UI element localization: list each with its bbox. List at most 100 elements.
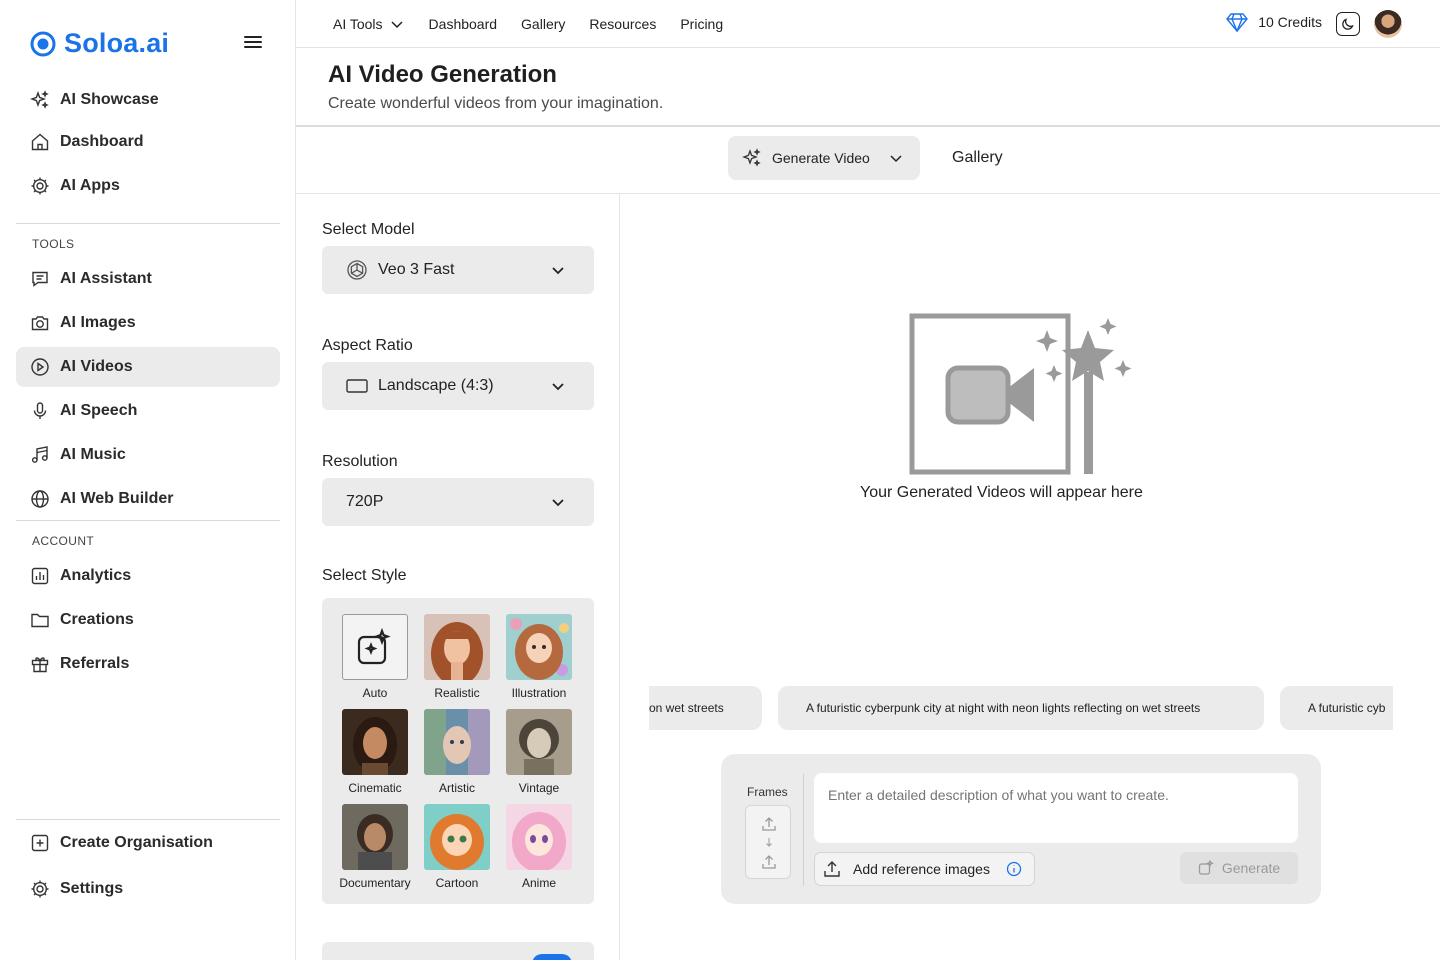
sidebar-item-label: AI Images (60, 314, 136, 331)
sidebar-item-label: AI Music (60, 446, 126, 463)
style-option-auto[interactable]: Auto (334, 614, 416, 700)
generate-button[interactable]: Generate (1180, 852, 1298, 884)
suggestion-chip[interactable]: on wet streets (649, 686, 762, 730)
page-title: AI Video Generation (328, 61, 557, 88)
sidebar-item-label: AI Videos (60, 358, 133, 375)
nav-resources[interactable]: Resources (589, 16, 656, 32)
style-name: Auto (362, 686, 388, 700)
suggestion-chip[interactable]: A futuristic cyb (1280, 686, 1393, 730)
option-toggle[interactable] (532, 954, 572, 960)
credits-badge[interactable]: 10 Credits (1226, 12, 1322, 32)
style-option-illustration[interactable]: Illustration (498, 614, 580, 700)
style-option-cinematic[interactable]: Cinematic (334, 709, 416, 795)
header-divider (296, 125, 1440, 127)
sidebar-item-ai-videos[interactable]: AI Videos (16, 347, 280, 387)
nav-gallery[interactable]: Gallery (521, 16, 565, 32)
sidebar-item-creations[interactable]: Creations (16, 600, 280, 640)
folder-icon (30, 610, 50, 630)
section-label-tools: TOOLS (32, 237, 75, 251)
sidebar-item-analytics[interactable]: Analytics (16, 556, 280, 596)
divider (16, 520, 280, 521)
upload-icon (823, 860, 841, 878)
style-name: Anime (521, 876, 556, 890)
logo[interactable]: Soloa.ai (30, 28, 169, 59)
composer-divider (803, 774, 804, 886)
tab-generate-video[interactable]: Generate Video (728, 136, 920, 180)
add-reference-label: Add reference images (853, 861, 990, 877)
sidebar-item-label: AI Speech (60, 402, 138, 419)
music-note-icon (30, 445, 50, 465)
divider (16, 223, 280, 224)
sidebar: Soloa.ai AI Showcase Dashboard AI Apps T… (0, 0, 296, 960)
nav-ai-tools[interactable]: AI Tools (333, 16, 405, 32)
credits-text: 10 Credits (1258, 14, 1322, 30)
sidebar-item-label: AI Showcase (60, 91, 159, 108)
top-bar: AI Tools Dashboard Gallery Resources Pri… (296, 0, 1440, 48)
sidebar-item-label: Settings (60, 880, 124, 897)
logo-icon (30, 31, 56, 57)
sidebar-item-label: Creations (60, 611, 134, 628)
sidebar-item-ai-speech[interactable]: AI Speech (16, 391, 280, 431)
sidebar-item-ai-showcase[interactable]: AI Showcase (16, 80, 280, 120)
prompt-input[interactable] (814, 773, 1298, 843)
chevron-down-icon (550, 378, 566, 394)
style-name: Documentary (339, 876, 411, 890)
menu-toggle-icon[interactable] (244, 34, 268, 54)
magic-wand-icon (1198, 860, 1214, 876)
style-name: Artistic (439, 781, 475, 795)
info-icon[interactable] (1006, 861, 1022, 877)
nav-pricing[interactable]: Pricing (680, 16, 723, 32)
sidebar-item-create-organisation[interactable]: Create Organisation (16, 823, 280, 863)
suggestion-chip[interactable]: A futuristic cyberpunk city at night wit… (778, 686, 1264, 730)
style-name: Realistic (434, 686, 480, 700)
bar-chart-icon (30, 566, 50, 586)
frames-upload[interactable] (745, 805, 791, 879)
sparkles-icon (30, 90, 50, 110)
style-option-anime[interactable]: Anime (498, 804, 580, 890)
model-label: Select Model (322, 221, 415, 238)
top-nav: AI Tools Dashboard Gallery Resources Pri… (333, 0, 747, 48)
style-thumbnail (506, 614, 572, 680)
sidebar-item-ai-music[interactable]: AI Music (16, 435, 280, 475)
resolution-select[interactable]: 720P (322, 478, 594, 526)
style-thumbnail (424, 709, 490, 775)
style-option-cartoon[interactable]: Cartoon (416, 804, 498, 890)
style-name: Cinematic (348, 781, 402, 795)
sidebar-item-ai-assistant[interactable]: AI Assistant (16, 259, 280, 299)
avatar[interactable] (1374, 10, 1402, 38)
style-option-realistic[interactable]: Realistic (416, 614, 498, 700)
chevron-down-icon (389, 16, 405, 32)
style-thumbnail (424, 614, 490, 680)
add-reference-images-button[interactable]: Add reference images (814, 852, 1035, 886)
plus-square-icon (30, 833, 50, 853)
gift-icon (30, 654, 50, 674)
sidebar-item-ai-apps[interactable]: AI Apps (16, 166, 280, 206)
sidebar-item-referrals[interactable]: Referrals (16, 644, 280, 684)
style-thumbnail (506, 709, 572, 775)
tab-gallery[interactable]: Gallery (952, 149, 1003, 167)
aspect-ratio-label: Aspect Ratio (322, 337, 413, 354)
style-option-documentary[interactable]: Documentary (334, 804, 416, 890)
style-option-vintage[interactable]: Vintage (498, 709, 580, 795)
prompt-composer: Frames Add reference images Generate (721, 754, 1321, 904)
style-name: Vintage (518, 781, 560, 795)
model-value: Veo 3 Fast (378, 261, 455, 278)
sidebar-item-settings[interactable]: Settings (16, 869, 280, 909)
model-select[interactable]: Veo 3 Fast (322, 246, 594, 294)
sidebar-item-ai-web-builder[interactable]: AI Web Builder (16, 479, 280, 519)
sidebar-item-dashboard[interactable]: Dashboard (16, 122, 280, 162)
sidebar-item-label: AI Apps (60, 177, 120, 194)
theme-toggle-button[interactable] (1336, 12, 1360, 36)
logo-text: Soloa.ai (64, 28, 170, 58)
rectangle-icon (346, 378, 368, 394)
magic-wand-icon (342, 614, 408, 680)
sidebar-item-label: Referrals (60, 655, 130, 672)
style-option-artistic[interactable]: Artistic (416, 709, 498, 795)
app-root: Soloa.ai AI Showcase Dashboard AI Apps T… (0, 0, 1440, 960)
sidebar-item-ai-images[interactable]: AI Images (16, 303, 280, 343)
camera-icon (30, 313, 50, 333)
nav-dashboard[interactable]: Dashboard (429, 16, 498, 32)
chevron-down-icon (550, 494, 566, 510)
aspect-ratio-select[interactable]: Landscape (4:3) (322, 362, 594, 410)
sparkles-icon (742, 148, 762, 168)
